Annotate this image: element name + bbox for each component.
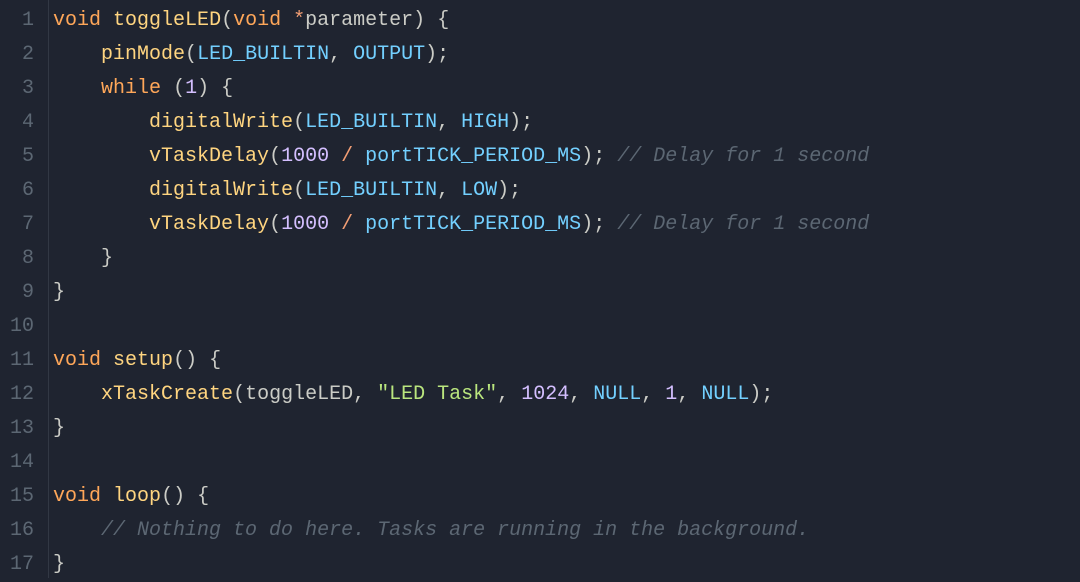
code-line[interactable]: } — [49, 412, 1080, 446]
line-number: 17 — [10, 548, 34, 582]
code-editor[interactable]: void toggleLED(void *parameter) { pinMod… — [49, 0, 1080, 578]
code-line-blank[interactable] — [49, 310, 1080, 344]
const-OUTPUT: OUTPUT — [353, 43, 425, 66]
code-line[interactable]: } — [49, 548, 1080, 582]
line-number: 5 — [10, 140, 34, 174]
const-LOW: LOW — [461, 179, 497, 202]
line-number: 4 — [10, 106, 34, 140]
code-line[interactable]: digitalWrite(LED_BUILTIN, LOW); — [49, 174, 1080, 208]
line-number: 7 — [10, 208, 34, 242]
line-number: 2 — [10, 38, 34, 72]
code-line[interactable]: while (1) { — [49, 72, 1080, 106]
const-NULL: NULL — [593, 383, 641, 406]
line-number: 14 — [10, 446, 34, 480]
function-def-setup: setup — [113, 349, 173, 372]
call-pinMode: pinMode — [101, 43, 185, 66]
code-line[interactable]: digitalWrite(LED_BUILTIN, HIGH); — [49, 106, 1080, 140]
line-number: 12 — [10, 378, 34, 412]
comment-nothing: // Nothing to do here. Tasks are running… — [101, 519, 809, 542]
code-line[interactable]: xTaskCreate(toggleLED, "LED Task", 1024,… — [49, 378, 1080, 412]
const-HIGH: HIGH — [461, 111, 509, 134]
line-number: 8 — [10, 242, 34, 276]
comment-delay: // Delay for 1 second — [617, 145, 869, 168]
call-vTaskDelay: vTaskDelay — [149, 145, 269, 168]
line-number: 10 — [10, 310, 34, 344]
line-number: 15 — [10, 480, 34, 514]
call-xTaskCreate: xTaskCreate — [101, 383, 233, 406]
code-line[interactable]: } — [49, 276, 1080, 310]
line-number: 13 — [10, 412, 34, 446]
function-def-toggleLED: toggleLED — [113, 9, 221, 32]
code-line[interactable]: void setup() { — [49, 344, 1080, 378]
line-number-gutter: 1 2 3 4 5 6 7 8 9 10 11 12 13 14 15 16 1… — [0, 0, 48, 578]
line-number: 3 — [10, 72, 34, 106]
line-number: 1 — [10, 4, 34, 38]
line-number: 6 — [10, 174, 34, 208]
const-LED_BUILTIN: LED_BUILTIN — [197, 43, 329, 66]
keyword-while: while — [101, 77, 161, 100]
line-number: 16 — [10, 514, 34, 548]
call-digitalWrite: digitalWrite — [149, 111, 293, 134]
code-line[interactable]: void toggleLED(void *parameter) { — [49, 4, 1080, 38]
code-line[interactable]: void loop() { — [49, 480, 1080, 514]
code-line-blank[interactable] — [49, 446, 1080, 480]
line-number: 11 — [10, 344, 34, 378]
code-line[interactable]: // Nothing to do here. Tasks are running… — [49, 514, 1080, 548]
function-def-loop: loop — [113, 485, 161, 508]
param-parameter: parameter — [305, 9, 413, 32]
const-portTICK: portTICK_PERIOD_MS — [365, 145, 581, 168]
line-number: 9 — [10, 276, 34, 310]
string-LED-Task: "LED Task" — [377, 383, 497, 406]
code-line[interactable]: pinMode(LED_BUILTIN, OUTPUT); — [49, 38, 1080, 72]
code-line[interactable]: vTaskDelay(1000 / portTICK_PERIOD_MS); /… — [49, 208, 1080, 242]
keyword-void: void — [53, 9, 101, 32]
code-line[interactable]: } — [49, 242, 1080, 276]
code-line[interactable]: vTaskDelay(1000 / portTICK_PERIOD_MS); /… — [49, 140, 1080, 174]
